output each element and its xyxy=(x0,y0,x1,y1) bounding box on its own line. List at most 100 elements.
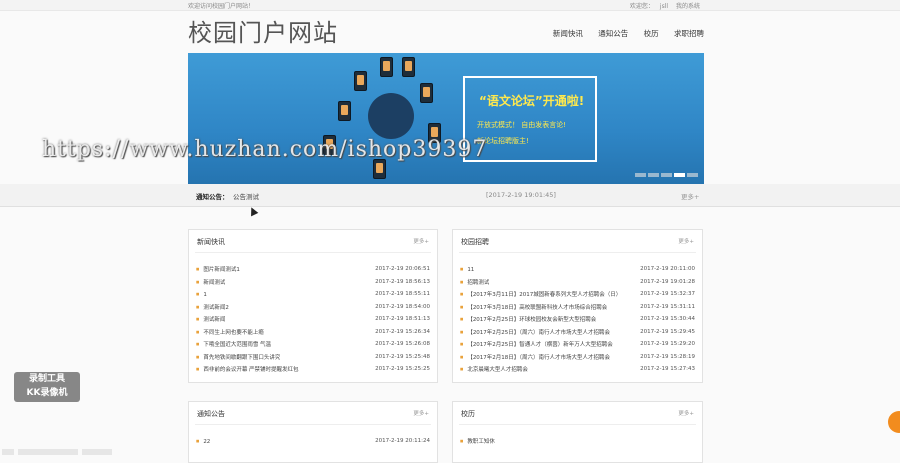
carousel-dot[interactable] xyxy=(661,173,672,177)
list-item[interactable]: 测试新闻 2017-2-19 18:51:13 xyxy=(196,313,430,326)
item-date: 2017-2-19 20:11:24 xyxy=(375,438,430,444)
item-title[interactable]: 招聘测试 xyxy=(460,276,489,289)
panel-more-link[interactable]: 更多+ xyxy=(678,409,694,417)
phone-graphic xyxy=(354,71,367,91)
item-date: 2017-2-19 15:30:44 xyxy=(640,316,695,322)
list-item[interactable]: 测试新闻2 2017-2-19 18:54:00 xyxy=(196,301,430,314)
my-system-link[interactable]: 我的系统 xyxy=(676,3,700,10)
item-title[interactable]: 测试新闻2 xyxy=(196,301,229,314)
item-title[interactable]: 【2017年2月25日】环球校园校友会新型大型招聘会 xyxy=(460,313,596,326)
item-title[interactable]: 西非前的会议开幕 严禁铺时提醒发红包 xyxy=(196,363,298,376)
watermark-url: https://www.huzhan.com/ishop39397 xyxy=(42,137,488,162)
list-item[interactable]: 新闻测试 2017-2-19 18:56:13 xyxy=(196,276,430,289)
list-item[interactable]: 22 2017-2-19 20:11:24 xyxy=(196,435,430,448)
panel-more-link[interactable]: 更多+ xyxy=(678,237,694,245)
item-date: 2017-2-19 15:25:48 xyxy=(375,353,430,360)
list-item[interactable]: 招聘测试 2017-2-19 19:01:28 xyxy=(460,276,695,289)
top-bar: 欢迎访问校园门户网站！ 欢迎您： jsll 我的系统 xyxy=(0,0,900,11)
list-item[interactable]: 图片新闻测试1 2017-2-19 20:06:51 xyxy=(196,263,430,276)
item-date: 2017-2-19 15:27:43 xyxy=(640,366,695,372)
item-date: 2017-2-19 15:32:37 xyxy=(640,291,695,297)
item-title[interactable]: 新闻测试 xyxy=(196,276,225,289)
list-item[interactable]: 北京晨曦大型人才招聘会 2017-2-19 15:27:43 xyxy=(460,363,695,376)
banner-carousel[interactable]: “语文论坛”开通啦! 开放式模式！ 自由发表言论! 新论坛招聘版主! xyxy=(188,53,704,184)
recorder-line1: 录制工具 xyxy=(28,374,65,384)
panel-title: 新闻快讯 xyxy=(197,238,225,246)
promo-line1: 开放式模式！ 自由发表言论! xyxy=(477,121,567,129)
item-title[interactable]: 11 xyxy=(460,263,474,276)
news-panel: 新闻快讯 更多+ 图片新闻测试1 2017-2-19 20:06:51 新闻测试 20… xyxy=(188,229,438,383)
calendar-list: 教职工知休 xyxy=(460,435,695,448)
list-item[interactable]: 【2017年2月18日】（周六）南行人才市场大型人才招聘会 2017-2-19 1… xyxy=(460,351,695,364)
taskbar-item[interactable] xyxy=(18,449,78,455)
item-title[interactable]: 【2017年3月11日】2017城固新春系列大型人才招聘会（日） xyxy=(460,288,621,301)
list-item[interactable]: 【2017年2月25日】智通人才（横茵）新年万人大型招聘会 2017-2-19 1… xyxy=(460,338,695,351)
list-item[interactable]: 【2017年3月18日】高校联盟新科技人才市场综合招聘会 2017-2-19 15… xyxy=(460,301,695,314)
item-date: 2017-2-19 18:54:00 xyxy=(375,303,430,310)
nav-recruit[interactable]: 求职招聘 xyxy=(674,29,704,38)
taskbar-item[interactable] xyxy=(2,449,14,455)
news-list: 图片新闻测试1 2017-2-19 20:06:51 新闻测试 2017-2-19 1… xyxy=(196,263,430,376)
phone-graphic xyxy=(338,101,351,121)
list-item[interactable]: 教职工知休 xyxy=(460,435,695,448)
list-item[interactable]: 11 2017-2-19 20:11:00 xyxy=(460,263,695,276)
item-title[interactable]: 图片新闻测试1 xyxy=(196,263,240,276)
floating-chat-button[interactable] xyxy=(888,411,900,433)
item-date: 2017-2-19 18:56:13 xyxy=(375,278,430,285)
hello-label: 欢迎您： xyxy=(629,3,654,10)
calendar-panel: 校历 更多+ 教职工知休 xyxy=(452,401,703,463)
nav-calendar[interactable]: 校历 xyxy=(644,29,659,38)
item-title[interactable]: 测试新闻 xyxy=(196,313,225,326)
item-date: 2017-2-19 18:51:13 xyxy=(375,316,430,322)
list-item[interactable]: 不同生上网也要不能上瘾 2017-2-19 15:26:34 xyxy=(196,326,430,339)
list-item[interactable]: 【2017年3月11日】2017城固新春系列大型人才招聘会（日） 2017-2-1… xyxy=(460,288,695,301)
item-title[interactable]: 22 xyxy=(196,435,210,448)
carousel-dot[interactable] xyxy=(648,173,659,177)
item-title[interactable]: 1 xyxy=(196,288,207,301)
notice-label: 通知公告： xyxy=(196,193,229,201)
item-title[interactable]: 【2017年2月25日】智通人才（横茵）新年万人大型招聘会 xyxy=(460,338,613,351)
notice-text[interactable]: 公告测试 xyxy=(233,191,259,201)
list-item[interactable]: 1 2017-2-19 18:55:11 xyxy=(196,288,430,301)
nav-notices[interactable]: 通知公告 xyxy=(598,29,628,38)
notice-more-link[interactable]: 更多+ xyxy=(681,191,699,201)
notice-bar: 通知公告： 公告测试 [2017-2-19 19:01:45] 更多+ xyxy=(0,184,900,207)
main-nav: 新闻快讯 通知公告 校历 求职招聘 xyxy=(540,28,704,39)
item-date: 2017-2-19 15:26:34 xyxy=(375,328,430,335)
item-title[interactable]: 北京晨曦大型人才招聘会 xyxy=(460,363,528,376)
item-date: 2017-2-19 15:31:11 xyxy=(640,303,695,310)
promo-headline: “语文论坛”开通啦! xyxy=(479,94,585,108)
phone-graphic xyxy=(380,57,393,77)
recorder-line2: KK录像机 xyxy=(26,388,68,398)
nav-news[interactable]: 新闻快讯 xyxy=(553,29,583,38)
carousel-dot[interactable] xyxy=(635,173,646,177)
item-date: 2017-2-19 15:25:25 xyxy=(375,366,430,372)
item-date: 2017-2-19 15:28:19 xyxy=(640,353,695,360)
carousel-dot-active[interactable] xyxy=(674,173,685,177)
site-title[interactable]: 校园门户网站 xyxy=(188,13,338,48)
recruit-list: 11 2017-2-19 20:11:00 招聘测试 2017-2-19 19:01:… xyxy=(460,263,695,376)
item-title[interactable]: 教职工知休 xyxy=(460,435,495,448)
panel-more-link[interactable]: 更多+ xyxy=(413,237,429,245)
carousel-dot[interactable] xyxy=(687,173,698,177)
item-date: 2017-2-19 20:11:00 xyxy=(640,266,695,272)
list-item[interactable]: 【2017年2月25日】（周六）南行人才市场大型人才招聘会 2017-2-19 1… xyxy=(460,326,695,339)
list-item[interactable]: 西非前的会议开幕 严禁铺时提醒发红包 2017-2-19 15:25:25 xyxy=(196,363,430,376)
notices-panel: 通知公告 更多+ 22 2017-2-19 20:11:24 xyxy=(188,401,438,463)
item-date: 2017-2-19 19:01:28 xyxy=(640,278,695,285)
list-item[interactable]: 首先地铁间歇翻跟下围口头讲究 2017-2-19 15:25:48 xyxy=(196,351,430,364)
item-title[interactable]: 【2017年3月18日】高校联盟新科技人才市场综合招聘会 xyxy=(460,301,607,314)
item-title[interactable]: 首先地铁间歇翻跟下围口头讲究 xyxy=(196,351,280,364)
item-title[interactable]: 不同生上网也要不能上瘾 xyxy=(196,326,264,339)
user-link[interactable]: jsll xyxy=(660,3,668,10)
item-title[interactable]: 【2017年2月25日】（周六）南行人才市场大型人才招聘会 xyxy=(460,326,610,339)
panel-more-link[interactable]: 更多+ xyxy=(413,409,429,417)
taskbar-item[interactable] xyxy=(82,449,112,455)
item-title[interactable]: 下哦全国近大范围雨雪 气温 xyxy=(196,338,271,351)
recorder-logo: 录制工具 KK录像机 xyxy=(14,372,80,402)
item-date: 2017-2-19 15:29:45 xyxy=(640,328,695,335)
panel-title: 通知公告 xyxy=(197,410,225,418)
item-title[interactable]: 【2017年2月18日】（周六）南行人才市场大型人才招聘会 xyxy=(460,351,610,364)
list-item[interactable]: 【2017年2月25日】环球校园校友会新型大型招聘会 2017-2-19 15:3… xyxy=(460,313,695,326)
list-item[interactable]: 下哦全国近大范围雨雪 气温 2017-2-19 15:26:08 xyxy=(196,338,430,351)
